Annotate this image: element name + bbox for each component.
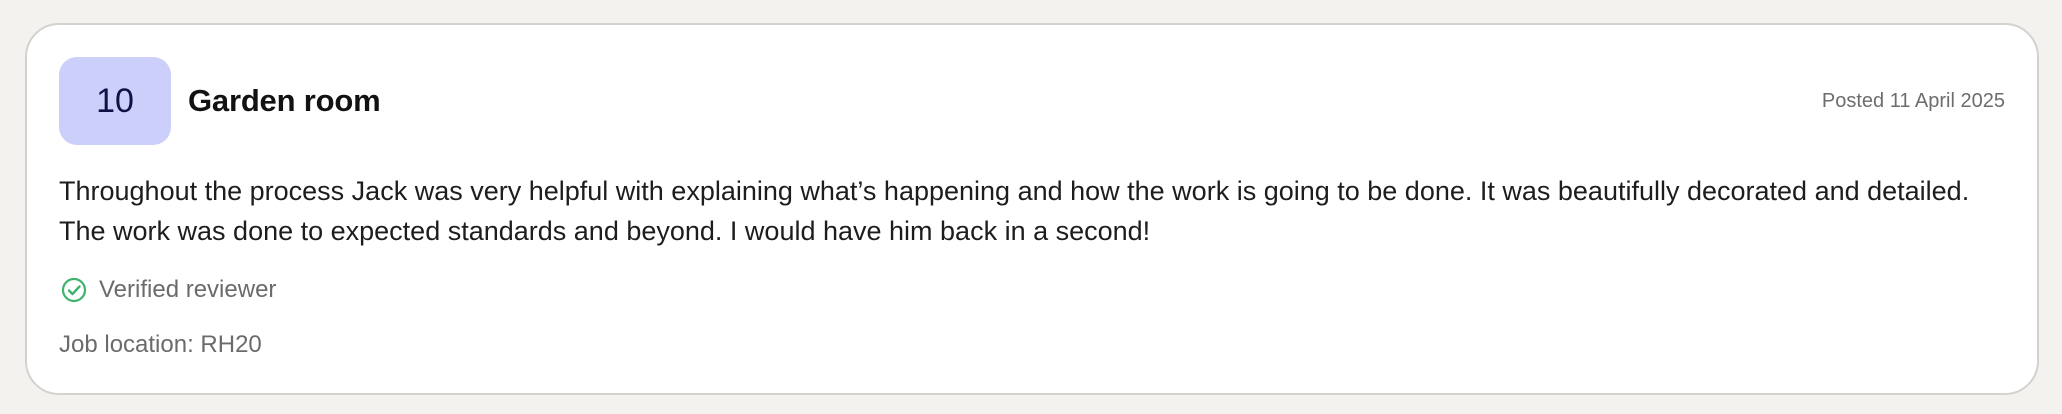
review-header: 10 Garden room Posted 11 April 2025 <box>59 57 2005 145</box>
check-circle-icon <box>61 277 87 303</box>
verified-label: Verified reviewer <box>99 276 277 303</box>
review-body: Throughout the process Jack was very hel… <box>59 176 1970 246</box>
verified-reviewer: Verified reviewer <box>59 275 276 305</box>
score-badge: 10 <box>59 57 171 145</box>
review-title: Garden room <box>188 83 381 118</box>
review-card: 10 Garden room Posted 11 April 2025 Thro… <box>25 23 2039 395</box>
posted-date: Posted 11 April 2025 <box>1821 89 2005 112</box>
job-location: Job location: RH20 <box>59 331 262 358</box>
